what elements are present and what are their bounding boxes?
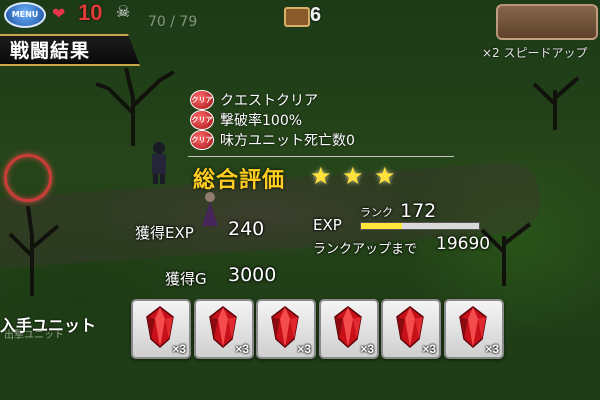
unit-count: ×3: [485, 342, 499, 356]
rank-exp-label: EXP: [313, 216, 342, 234]
clear-badge-icon: クリア: [190, 130, 214, 150]
menu-button[interactable]: MENU: [4, 2, 46, 28]
unit-card[interactable]: ×3: [131, 299, 191, 359]
rank-label: ランク: [360, 206, 393, 219]
gate-icon: [284, 7, 310, 27]
unit-card[interactable]: ×3: [194, 299, 254, 359]
unit-count: ×3: [422, 342, 436, 356]
clear-badge-icon: クリア: [190, 90, 214, 110]
top-hud: MENU ❤ 10 ☠ 70 / 79 6: [0, 0, 600, 40]
obtained-units-label: 入手ユニット: [0, 316, 97, 335]
speed-up-label: ×2 スピードアップ: [482, 46, 588, 60]
exp-gained-value: 240: [228, 218, 265, 240]
gate-counter: 6: [310, 4, 322, 26]
unit-count: ×3: [235, 342, 249, 356]
heart-icon: ❤: [52, 4, 66, 23]
life-counter: 10: [78, 0, 103, 25]
gold-gained-label: 獲得G: [165, 270, 207, 288]
unit-card[interactable]: ×3: [444, 299, 504, 359]
overall-rating-label: 総合評価: [193, 168, 286, 193]
clear-badge-icon: クリア: [190, 110, 214, 130]
unit-card[interactable]: ×3: [256, 299, 316, 359]
rating-star-icon: ★: [342, 162, 364, 190]
rank-exp-fill: [361, 223, 403, 229]
skull-icon: ☠: [116, 2, 131, 21]
result-title: 戦闘結果: [10, 40, 91, 62]
enemy-counter: 70 / 79: [148, 14, 198, 30]
rank-up-label: ランクアップまで: [313, 242, 418, 257]
divider: [188, 156, 454, 157]
exp-gained-label: 獲得EXP: [135, 224, 194, 242]
rank-value: 172: [400, 200, 437, 222]
gold-gained-value: 3000: [228, 264, 277, 286]
rank-up-value: 19690: [436, 234, 491, 254]
condition-text: クエストクリア: [220, 93, 318, 109]
enemy-spawn-marker: [4, 154, 52, 202]
unit-card[interactable]: ×3: [381, 299, 441, 359]
unit-count: ×3: [360, 342, 374, 356]
rank-exp-bar: [360, 222, 480, 230]
unit-card[interactable]: ×3: [319, 299, 379, 359]
condition-text: 味方ユニット死亡数0: [220, 133, 355, 149]
battle-result-screen: MENU ❤ 10 ☠ 70 / 79 6 ×2 スピードアップ 戦闘結果 クリ…: [0, 0, 600, 400]
rating-star-icon: ★: [310, 162, 332, 190]
unit-count: ×3: [297, 342, 311, 356]
rating-star-icon: ★: [374, 162, 396, 190]
speed-up-button[interactable]: [496, 4, 598, 40]
condition-text: 撃破率100%: [220, 113, 303, 129]
unit-count: ×3: [172, 342, 186, 356]
